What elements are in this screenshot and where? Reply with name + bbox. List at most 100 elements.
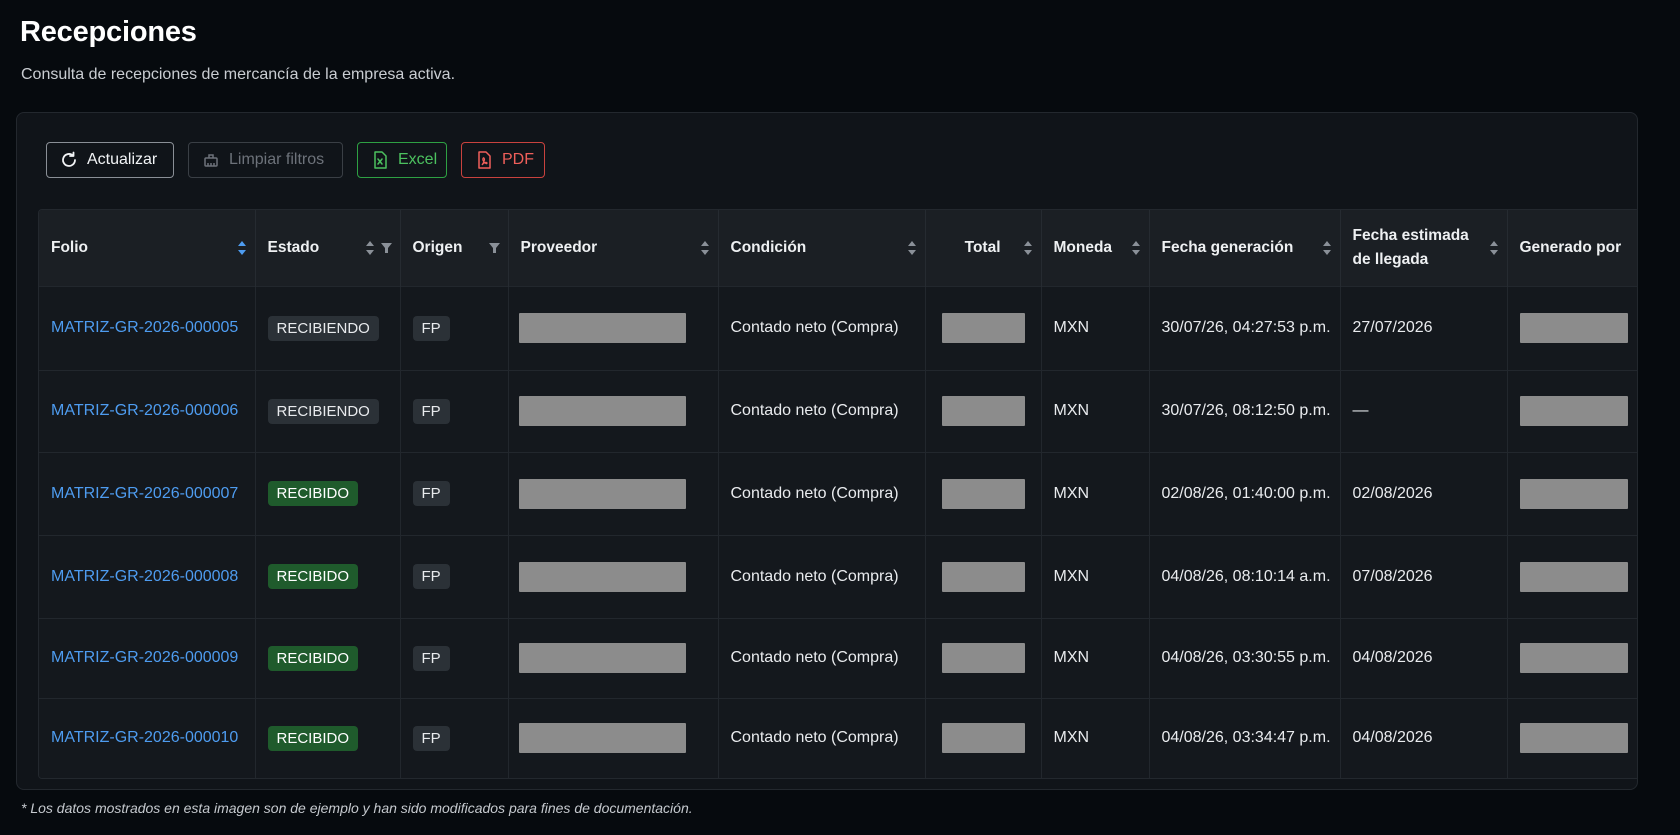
redacted-total [941,643,1025,673]
redacted-proveedor [518,561,686,592]
sort-icon[interactable] [700,240,710,256]
redacted-total [941,561,1025,592]
redacted-total [941,396,1025,426]
moneda-cell: MXN [1041,697,1150,778]
status-badge: RECIBIDO [267,725,359,751]
column-header-total[interactable]: Total [925,210,1042,286]
column-header-condicion[interactable]: Condición [718,210,926,286]
sort-icon[interactable] [1131,240,1141,256]
status-badge: RECIBIDO [267,564,359,589]
column-header-fecha-generacion[interactable]: Fecha generación [1149,210,1341,286]
column-header-moneda[interactable]: Moneda [1041,210,1150,286]
redacted-total [941,478,1025,509]
moneda-cell: MXN [1041,285,1150,370]
condicion-cell: Contado neto (Compra) [718,451,926,535]
column-header-proveedor[interactable]: Proveedor [508,210,719,286]
redacted-total [941,723,1025,754]
condicion-cell: Contado neto (Compra) [718,534,926,618]
filter-icon[interactable] [488,242,500,253]
status-badge: RECIBIENDO [267,398,379,424]
redacted-generado-por [1519,396,1628,426]
receptions-card: Actualizar Limpiar filtros Excel PDF Fol… [16,112,1638,790]
redacted-proveedor [518,643,686,673]
sort-icon[interactable] [365,240,375,256]
refresh-label: Actualizar [87,151,158,168]
redacted-total [941,313,1025,343]
column-header-origen[interactable]: Origen [400,210,509,286]
excel-export-button[interactable]: Excel [357,142,447,178]
condicion-cell: Contado neto (Compra) [718,369,926,452]
redacted-proveedor [518,313,686,343]
redacted-proveedor [518,396,686,426]
origin-badge: FP [412,725,450,751]
folio-link[interactable]: MATRIZ-GR-2026-000009 [51,649,238,666]
origin-badge: FP [412,481,450,506]
page-title: Recepciones [20,16,197,48]
sort-icon[interactable] [1489,240,1499,256]
redacted-generado-por [1519,561,1628,592]
table-row[interactable]: MATRIZ-GR-2026-000008 RECIBIDO FP Contad… [39,534,1637,618]
status-badge: RECIBIENDO [267,315,379,341]
origin-badge: FP [412,315,450,341]
filter-icon[interactable] [380,242,392,253]
origin-badge: FP [412,398,450,424]
moneda-cell: MXN [1041,369,1150,452]
column-header-generado-por[interactable]: Generado por [1507,210,1637,286]
clear-filters-button[interactable]: Limpiar filtros [188,142,343,178]
page-subtitle: Consulta de recepciones de mercancía de … [21,66,456,83]
moneda-cell: MXN [1041,617,1150,698]
pdf-label: PDF [502,151,534,168]
folio-link[interactable]: MATRIZ-GR-2026-000005 [51,319,238,336]
table-row[interactable]: MATRIZ-GR-2026-000007 RECIBIDO FP Contad… [39,451,1637,535]
footnote: * Los datos mostrados en esta imagen son… [21,800,693,816]
table-header-row: Folio Estado Origen Proveedor Condición … [39,210,1637,286]
folio-link[interactable]: MATRIZ-GR-2026-000006 [51,402,238,419]
excel-label: Excel [398,151,438,168]
sort-active-icon[interactable] [237,240,247,256]
fecha-llegada-cell: 02/08/2026 [1340,451,1508,535]
fecha-generacion-cell: 30/07/26, 04:27:53 p.m. [1149,285,1341,370]
pdf-export-button[interactable]: PDF [461,142,545,178]
fecha-generacion-cell: 02/08/26, 01:40:00 p.m. [1149,451,1341,535]
redacted-proveedor [518,478,686,509]
column-header-folio[interactable]: Folio [39,210,256,286]
moneda-cell: MXN [1041,534,1150,618]
status-badge: RECIBIDO [267,645,359,671]
folio-link[interactable]: MATRIZ-GR-2026-000007 [51,485,238,502]
table-row[interactable]: MATRIZ-GR-2026-000006 RECIBIENDO FP Cont… [39,369,1637,452]
fecha-llegada-cell: 27/07/2026 [1340,285,1508,370]
pdf-file-icon [474,150,494,170]
origin-badge: FP [412,645,450,671]
excel-file-icon [370,150,390,170]
condicion-cell: Contado neto (Compra) [718,697,926,778]
fecha-generacion-cell: 30/07/26, 08:12:50 p.m. [1149,369,1341,452]
sort-icon[interactable] [1322,240,1332,256]
fecha-llegada-cell: 07/08/2026 [1340,534,1508,618]
redacted-generado-por [1519,723,1628,754]
redacted-proveedor [518,723,686,754]
condicion-cell: Contado neto (Compra) [718,617,926,698]
clear-filters-label: Limpiar filtros [229,151,325,168]
table-row[interactable]: MATRIZ-GR-2026-000010 RECIBIDO FP Contad… [39,697,1637,778]
refresh-icon [59,150,79,170]
fecha-generacion-cell: 04/08/26, 03:30:55 p.m. [1149,617,1341,698]
column-header-fecha-llegada[interactable]: Fecha estimada de llegada [1340,210,1508,286]
condicion-cell: Contado neto (Compra) [718,285,926,370]
column-header-estado[interactable]: Estado [255,210,401,286]
redacted-generado-por [1519,313,1628,343]
receptions-table: Folio Estado Origen Proveedor Condición … [38,209,1637,779]
folio-link[interactable]: MATRIZ-GR-2026-000008 [51,568,238,585]
fecha-generacion-cell: 04/08/26, 08:10:14 a.m. [1149,534,1341,618]
redacted-generado-por [1519,478,1628,509]
status-badge: RECIBIDO [267,481,359,506]
table-row[interactable]: MATRIZ-GR-2026-000005 RECIBIENDO FP Cont… [39,285,1637,370]
sort-icon[interactable] [907,240,917,256]
origin-badge: FP [412,564,450,589]
sort-icon[interactable] [1023,240,1033,256]
fecha-llegada-cell: — [1340,369,1508,452]
table-row[interactable]: MATRIZ-GR-2026-000009 RECIBIDO FP Contad… [39,617,1637,698]
toolbar: Actualizar Limpiar filtros Excel PDF [46,142,545,178]
refresh-button[interactable]: Actualizar [46,142,174,178]
fecha-llegada-cell: 04/08/2026 [1340,697,1508,778]
folio-link[interactable]: MATRIZ-GR-2026-000010 [51,729,238,746]
